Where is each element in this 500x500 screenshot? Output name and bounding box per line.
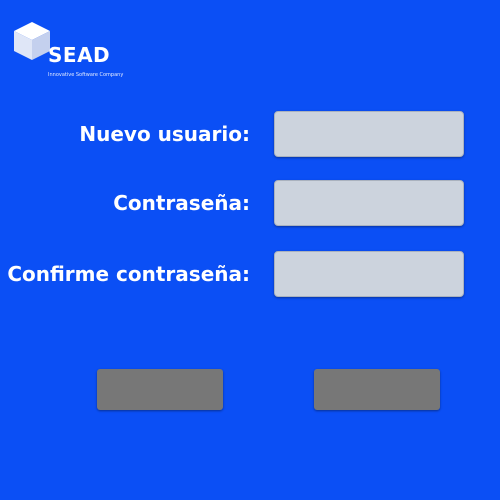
right-action-button[interactable] [314,369,440,410]
brand-tagline: Innovative Software Company [48,72,124,78]
username-input[interactable] [274,111,464,157]
confirm-password-row: Confirme contraseña: [0,251,500,297]
cube-icon [14,22,50,60]
username-row: Nuevo usuario: [0,111,500,157]
password-input[interactable] [274,180,464,226]
password-row: Contraseña: [0,180,500,226]
confirm-password-label: Confirme contraseña: [7,262,250,286]
sead-logo: SEAD Innovative Software Company [12,20,152,82]
confirm-password-input[interactable] [274,251,464,297]
brand-name: SEAD [48,43,111,67]
username-label: Nuevo usuario: [79,122,250,146]
left-action-button[interactable] [97,369,223,410]
password-label: Contraseña: [113,191,250,215]
